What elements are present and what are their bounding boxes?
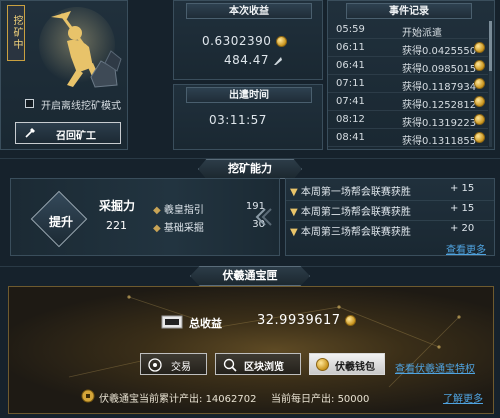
coin-icon <box>345 315 357 326</box>
dispatch-panel: 出遣时间 03:11:57 <box>173 84 323 150</box>
event-row: 06:11 获得0.0425550 <box>328 39 488 57</box>
mining-status-badge: 挖矿中 <box>7 5 25 61</box>
feather-icon <box>274 56 283 65</box>
dispatch-time: 03:11:57 <box>209 113 267 127</box>
event-row: 08:41 获得0.1311855 <box>328 129 488 147</box>
event-row: 05:59 开始派遣 <box>328 21 488 39</box>
block-explorer-label: 区块浏览 <box>244 362 284 373</box>
daily-output: 当前每日产出: 50000 <box>271 394 370 405</box>
power-stat-1: ◆ 羲皇指引 191 <box>153 201 265 216</box>
trade-icon <box>148 358 162 372</box>
coin-icon <box>474 78 485 89</box>
total-earnings-value: 32.9939617 <box>257 313 357 328</box>
offline-mode-checkbox[interactable] <box>25 99 34 108</box>
wallet-coin-icon <box>316 358 329 371</box>
event-row: 08:12 获得0.1319223 <box>328 111 488 129</box>
event-text: 获得0.1252812 <box>402 100 477 111</box>
earnings-panel: 本次收益 0.6302390 484.47 <box>173 0 323 80</box>
ability-title: 挖矿能力 <box>198 159 302 179</box>
event-time: 06:41 <box>336 60 365 71</box>
wallet-button[interactable]: 伏羲钱包 <box>309 353 385 375</box>
event-text: 获得0.1319223 <box>402 118 477 129</box>
bonus-row-2: ▼ 本周第二场帮会联赛获胜 + 15 <box>290 203 475 218</box>
treasury-panel: 总收益 32.9939617 交易 区块浏览 伏羲钱包 查看伏羲通宝特权 伏羲通… <box>8 286 494 414</box>
event-row: 06:41 获得0.0985015 <box>328 57 488 75</box>
chevron-left-icon <box>255 208 272 226</box>
event-time: 08:41 <box>336 132 365 143</box>
coin-icon <box>474 96 485 107</box>
event-time: 08:12 <box>336 114 365 125</box>
offline-mode-toggle[interactable]: 开启离线挖矿模式 <box>25 97 125 112</box>
learn-more-link[interactable]: 了解更多 <box>443 390 483 405</box>
miner-illustration <box>39 7 122 88</box>
event-time: 07:11 <box>336 78 365 89</box>
ability-section-divider <box>0 158 500 159</box>
trade-button[interactable]: 交易 <box>140 353 207 375</box>
boost-label: 提升 <box>49 215 74 229</box>
power-stat-2: ◆ 基础采掘 30 <box>153 219 265 234</box>
offline-mode-label: 开启离线挖矿模式 <box>41 101 121 112</box>
earnings-title: 本次收益 <box>186 3 312 19</box>
event-text: 获得0.0985015 <box>402 64 477 75</box>
wallet-button-label: 伏羲钱包 <box>335 362 375 373</box>
coin-icon <box>474 132 485 143</box>
scrollbar-thumb[interactable] <box>489 21 492 71</box>
event-time: 06:11 <box>336 42 365 53</box>
coin-icon <box>474 114 485 125</box>
bonus-row-3: ▼ 本周第三场帮会联赛获胜 + 20 <box>290 223 475 238</box>
recall-miner-button[interactable]: 召回矿工 <box>15 122 121 144</box>
bonus-row-1: ▼ 本周第一场帮会联赛获胜 + 15 <box>290 183 475 198</box>
event-text: 获得0.0425550 <box>402 46 477 57</box>
block-explorer-button[interactable]: 区块浏览 <box>215 353 301 375</box>
event-row: 07:11 获得0.1187934 <box>328 75 488 93</box>
recall-miner-label: 召回矿工 <box>56 131 96 142</box>
shovel-icon <box>25 128 35 138</box>
privilege-link[interactable]: 查看伏羲通宝特权 <box>395 360 475 375</box>
event-text: 获得0.1311855 <box>402 136 477 147</box>
event-log-panel: 事件记录 05:59 开始派遣 06:11 获得0.0425550 06:41 获得0.0… <box>327 0 495 150</box>
miner-panel: 挖矿中 开启离线挖矿模式 召回矿工 <box>0 0 128 150</box>
total-earnings-label: 总收益 <box>189 317 222 330</box>
event-time: 07:41 <box>336 96 365 107</box>
earnings-value-1: 0.6302390 <box>202 34 287 48</box>
dispatch-title: 出遣时间 <box>186 87 312 103</box>
event-time: 05:59 <box>336 24 365 35</box>
event-log-title: 事件记录 <box>346 3 472 19</box>
treasury-title: 伏羲通宝匣 <box>190 266 310 286</box>
power-label: 采掘力 <box>99 199 136 213</box>
trade-button-label: 交易 <box>171 362 191 373</box>
event-text: 开始派遣 <box>402 28 442 39</box>
ability-panel: 提升 采掘力 221 ◆ 羲皇指引 191 ◆ 基础采掘 30 <box>10 178 280 256</box>
view-more-link[interactable]: 查看更多 <box>446 241 486 256</box>
event-row: 07:41 获得0.1252812 <box>328 93 488 111</box>
power-value: 221 <box>106 219 127 232</box>
coin-icon <box>474 60 485 71</box>
treasury-coin-icon <box>81 389 95 403</box>
event-log-list: 05:59 开始派遣 06:11 获得0.0425550 06:41 获得0.098501… <box>328 21 488 149</box>
block-explorer-icon <box>223 358 237 372</box>
earnings-value-2: 484.47 <box>224 53 283 67</box>
cumulative-output: 伏羲通宝当前累计产出: 14062702 <box>99 394 257 405</box>
bonus-panel: ▼ 本周第一场帮会联赛获胜 + 15 ▼ 本周第二场帮会联赛获胜 + 15 ▼ … <box>285 178 495 256</box>
event-log-scrollbar[interactable] <box>489 21 492 147</box>
coin-icon <box>275 36 287 47</box>
total-earnings-icon <box>161 315 183 329</box>
event-text: 获得0.1187934 <box>402 82 477 93</box>
coin-icon <box>474 42 485 53</box>
